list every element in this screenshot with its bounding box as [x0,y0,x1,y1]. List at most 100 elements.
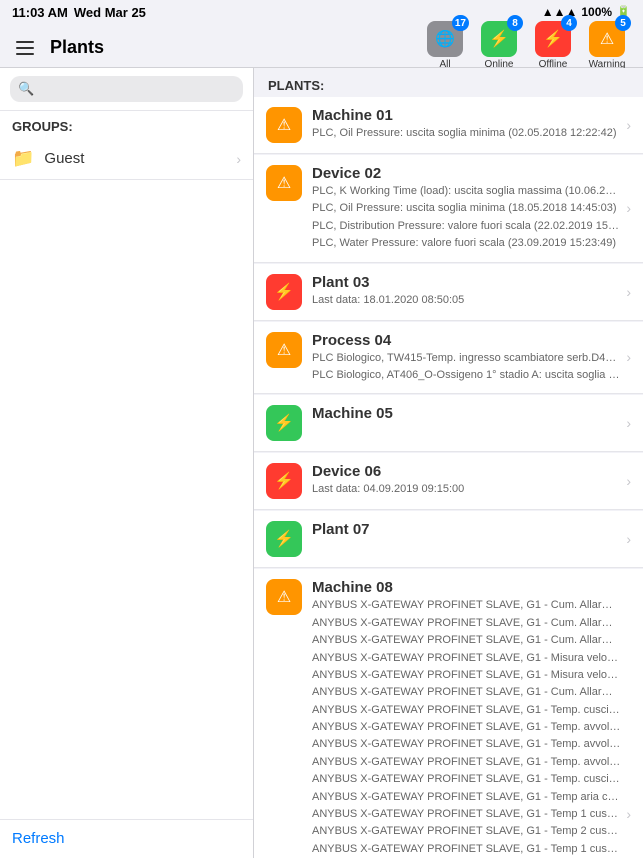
nav-bar: Plants 🌐 17 All ⚡ 8 Online ⚡ 4 Offline [0,24,643,68]
plants-list: ⚠ Machine 01 PLC, Oil Pressure: uscita s… [254,97,643,858]
plant-detail: Last data: 18.01.2020 08:50:05 [312,293,620,308]
plant-icon-wrap: ⚡ [266,274,302,310]
plant-item[interactable]: ⚠ Machine 08 ANYBUS X-GATEWAY PROFINET S… [254,569,643,858]
plant-detail: ANYBUS X-GATEWAY PROFINET SLAVE, G1 - Te… [312,772,620,787]
plant-status-icon: ⚠ [277,340,291,360]
tab-offline[interactable]: ⚡ 4 Offline [529,21,577,70]
plant-info: Plant 07 [312,521,620,538]
plant-detail: ANYBUS X-GATEWAY PROFINET SLAVE, G1 - Te… [312,807,620,822]
date-display: Wed Mar 25 [74,5,146,20]
plant-detail: PLC, Oil Pressure: uscita soglia minima … [312,126,620,141]
plant-detail: ANYBUS X-GATEWAY PROFINET SLAVE, G1 - Te… [312,755,620,770]
plants-area: PLANTS: ⚠ Machine 01 PLC, Oil Pressure: … [254,68,643,858]
plant-name: Machine 08 [312,579,620,596]
plant-name: Machine 05 [312,405,620,422]
plant-detail: ANYBUS X-GATEWAY PROFINET SLAVE, G1 - Te… [312,720,620,735]
offline-badge: 4 [561,15,577,31]
plant-detail: PLC, K Working Time (load): uscita sogli… [312,184,620,199]
plant-item[interactable]: ⚠ Device 02 PLC, K Working Time (load): … [254,155,643,263]
plant-chevron-icon: › [626,415,631,431]
plant-status-icon: ⚡ [274,282,294,302]
globe-icon: 🌐 [435,29,455,49]
plant-item[interactable]: ⚠ Machine 01 PLC, Oil Pressure: uscita s… [254,97,643,154]
folder-icon: 📁 [12,148,34,169]
sidebar: 🔍 GROUPS: 📁 Guest › Refresh [0,68,254,858]
plant-item[interactable]: ⚡ Plant 03 Last data: 18.01.2020 08:50:0… [254,264,643,321]
warning-badge: 5 [615,15,631,31]
plug-offline-icon: ⚡ [543,29,563,49]
plant-status-icon: ⚠ [277,587,291,607]
page-title: Plants [50,37,104,58]
plant-chevron-icon: › [626,200,631,216]
plant-detail: ANYBUS X-GATEWAY PROFINET SLAVE, G1 - Te… [312,824,620,839]
plant-icon-wrap: ⚠ [266,332,302,368]
plant-info: Machine 05 [312,405,620,422]
plant-item[interactable]: ⚠ Process 04 PLC Biologico, TW415-Temp. … [254,322,643,395]
plant-detail: ANYBUS X-GATEWAY PROFINET SLAVE, G1 - Mi… [312,651,620,666]
sidebar-item-guest[interactable]: 📁 Guest › [0,138,253,180]
plant-detail: ANYBUS X-GATEWAY PROFINET SLAVE, G1 - Cu… [312,598,620,613]
plant-chevron-icon: › [626,473,631,489]
plant-item[interactable]: ⚡ Plant 07 › [254,511,643,568]
plant-item[interactable]: ⚡ Device 06 Last data: 04.09.2019 09:15:… [254,453,643,510]
plants-header: PLANTS: [254,68,643,97]
plant-name: Plant 03 [312,274,620,291]
plant-name: Device 06 [312,463,620,480]
main-content: 🔍 GROUPS: 📁 Guest › Refresh PLANTS: ⚠ Ma… [0,68,643,858]
plant-detail: ANYBUS X-GATEWAY PROFINET SLAVE, G1 - Cu… [312,616,620,631]
plant-icon-wrap: ⚡ [266,463,302,499]
plant-detail: Last data: 04.09.2019 09:15:00 [312,482,620,497]
plant-icon-wrap: ⚠ [266,107,302,143]
tab-online[interactable]: ⚡ 8 Online [475,21,523,70]
groups-label: GROUPS: [0,111,253,138]
plant-status-icon: ⚡ [274,529,294,549]
plant-chevron-icon: › [626,531,631,547]
sidebar-bottom: Refresh [0,819,253,858]
plant-chevron-icon: › [626,349,631,365]
hamburger-menu[interactable] [12,37,38,59]
plant-detail: ANYBUS X-GATEWAY PROFINET SLAVE, G1 - Te… [312,790,620,805]
plant-info: Device 06 Last data: 04.09.2019 09:15:00 [312,463,620,497]
all-badge: 17 [452,15,469,31]
plant-info: Device 02 PLC, K Working Time (load): us… [312,165,620,252]
plant-detail: ANYBUS X-GATEWAY PROFINET SLAVE, G1 - Mi… [312,668,620,683]
search-bar: 🔍 [0,68,253,111]
plant-detail: PLC, Water Pressure: valore fuori scala … [312,236,620,251]
plant-detail: ANYBUS X-GATEWAY PROFINET SLAVE, G1 - Te… [312,842,620,857]
plant-detail: PLC Biologico, TW415-Temp. ingresso scam… [312,351,620,366]
search-icon: 🔍 [18,81,34,97]
plant-detail: PLC, Oil Pressure: uscita soglia minima … [312,201,620,216]
tab-warning[interactable]: ⚠ 5 Warning [583,21,631,70]
online-badge: 8 [507,15,523,31]
tab-all[interactable]: 🌐 17 All [421,21,469,70]
plant-status-icon: ⚡ [274,413,294,433]
plug-online-icon: ⚡ [489,29,509,49]
time-display: 11:03 AM [12,5,68,20]
plant-name: Device 02 [312,165,620,182]
guest-label: Guest [44,150,236,167]
plant-name: Machine 01 [312,107,620,124]
refresh-button[interactable]: Refresh [12,830,65,847]
plant-status-icon: ⚠ [277,115,291,135]
plant-detail: PLC, Distribution Pressure: valore fuori… [312,219,620,234]
plant-status-icon: ⚠ [277,173,291,193]
plant-chevron-icon: › [626,284,631,300]
plant-detail: ANYBUS X-GATEWAY PROFINET SLAVE, G1 - Te… [312,703,620,718]
signal-strength: 100% [581,5,612,19]
plant-icon-wrap: ⚡ [266,405,302,441]
plant-icon-wrap: ⚠ [266,165,302,201]
plant-chevron-icon: › [626,806,631,822]
plant-status-icon: ⚡ [274,471,294,491]
plant-info: Machine 08 ANYBUS X-GATEWAY PROFINET SLA… [312,579,620,858]
plant-icon-wrap: ⚠ [266,579,302,615]
plant-item[interactable]: ⚡ Machine 05 › [254,395,643,452]
plant-detail: PLC Biologico, AT406_O-Ossigeno 1° stadi… [312,368,620,383]
plant-info: Plant 03 Last data: 18.01.2020 08:50:05 [312,274,620,308]
search-input-wrap[interactable]: 🔍 [10,76,243,102]
filter-tabs: 🌐 17 All ⚡ 8 Online ⚡ 4 Offline ⚠ 5 [421,21,631,74]
plant-info: Process 04 PLC Biologico, TW415-Temp. in… [312,332,620,384]
plant-detail: ANYBUS X-GATEWAY PROFINET SLAVE, G1 - Cu… [312,685,620,700]
plant-detail: ANYBUS X-GATEWAY PROFINET SLAVE, G1 - Te… [312,737,620,752]
plant-chevron-icon: › [626,117,631,133]
search-input[interactable] [39,81,235,97]
